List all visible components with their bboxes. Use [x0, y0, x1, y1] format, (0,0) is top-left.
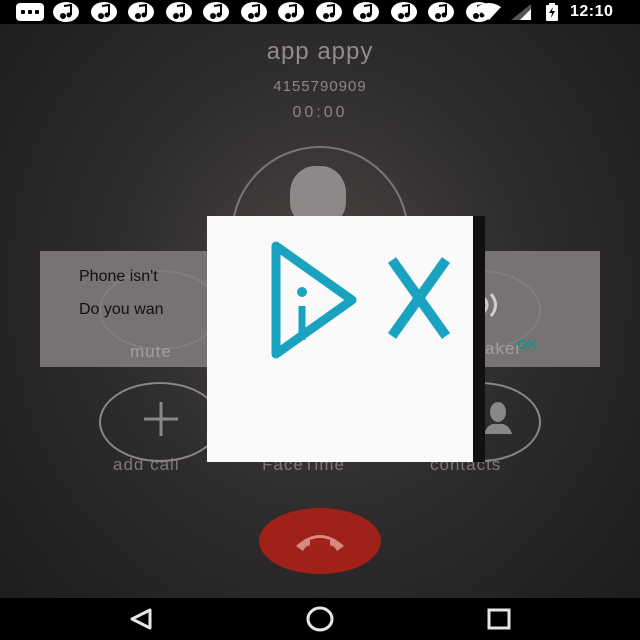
recent-apps-icon[interactable]: [486, 607, 512, 631]
end-call-button[interactable]: [259, 508, 381, 574]
music-note-icon: [128, 2, 154, 22]
call-timer: 00:00: [292, 104, 348, 121]
music-note-icon: [353, 2, 379, 22]
navigation-bar: [0, 598, 640, 640]
caller-name: app appy: [266, 38, 374, 65]
music-note-icon: [428, 2, 454, 22]
dialog-message-line2: Do you wan: [79, 301, 164, 318]
music-note-icon: [240, 2, 267, 22]
caller-number: 4155790909: [273, 78, 367, 95]
mute-label: mute: [130, 342, 172, 361]
message-icon: [16, 3, 44, 21]
battery-charging-icon: [546, 3, 558, 21]
music-note-icon: [278, 2, 304, 22]
music-note-icon: [203, 2, 229, 22]
music-note-icon: [165, 2, 192, 22]
home-icon[interactable]: [305, 605, 335, 633]
music-note-icon: [390, 2, 417, 22]
status-bar: 12:10: [0, 0, 640, 24]
dialog-message-line1: Phone isn't: [79, 268, 158, 285]
adchoices-icon[interactable]: [266, 238, 362, 362]
music-note-icon: [90, 2, 117, 22]
plus-icon: [144, 402, 178, 436]
music-note-icon: [53, 2, 79, 22]
ad-overlay-edge: [473, 216, 485, 462]
phone-hangup-icon: [296, 535, 344, 551]
back-icon[interactable]: [128, 607, 154, 631]
music-note-icon: [315, 2, 342, 22]
wifi-icon: [477, 3, 501, 20]
dialog-ok-button[interactable]: OK: [517, 336, 538, 352]
add-call-label: add call: [113, 455, 180, 474]
close-icon[interactable]: [386, 256, 452, 340]
signal-icon: [511, 4, 531, 20]
status-time: 12:10: [570, 3, 614, 20]
